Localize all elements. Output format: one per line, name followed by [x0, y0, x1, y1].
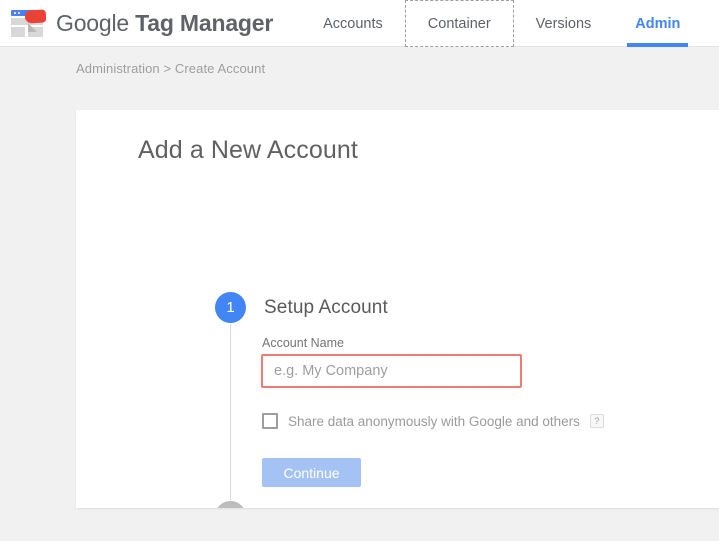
tab-admin-underline [627, 43, 689, 47]
share-data-row: Share data anonymously with Google and o… [262, 413, 604, 429]
account-name-label: Account Name [262, 336, 344, 350]
tab-admin[interactable]: Admin [613, 0, 702, 47]
breadcrumb[interactable]: Administration > Create Account [76, 61, 265, 76]
step-setup-container: 2 Setup Container [215, 501, 403, 508]
share-data-checkbox[interactable] [262, 413, 278, 429]
tab-versions-label: Versions [535, 15, 592, 32]
step-2-label: Setup Container [264, 506, 403, 509]
tab-container[interactable]: Container [404, 0, 514, 47]
tab-accounts[interactable]: Accounts [301, 0, 405, 47]
gtm-logo-icon [8, 8, 48, 39]
step-1-number-badge: 1 [215, 292, 246, 323]
brand-title: Google Tag Manager [56, 10, 273, 37]
account-name-input[interactable] [261, 354, 522, 388]
tab-container-label: Container [427, 15, 491, 32]
create-account-card: Add a New Account 1 Setup Account Accoun… [76, 110, 719, 508]
continue-button[interactable]: Continue [262, 458, 361, 487]
tab-versions[interactable]: Versions [514, 0, 614, 47]
app-header: Google Tag Manager Accounts Container Ve… [0, 0, 719, 47]
question-mark-icon[interactable]: ? [589, 414, 604, 428]
brand-title-light: Google [56, 10, 136, 36]
stepper-connector-line [230, 324, 231, 500]
step-1-label: Setup Account [264, 296, 388, 318]
step-2-number-badge: 2 [215, 501, 246, 508]
tab-accounts-label: Accounts [323, 15, 383, 32]
share-data-label: Share data anonymously with Google and o… [288, 413, 580, 429]
brand: Google Tag Manager [0, 0, 273, 47]
main-navigation: Accounts Container Versions Admin [301, 0, 702, 47]
step-setup-account: 1 Setup Account [215, 292, 388, 323]
tab-admin-label: Admin [635, 15, 681, 32]
brand-title-bold: Tag Manager [135, 10, 274, 36]
page-title: Add a New Account [138, 136, 358, 164]
